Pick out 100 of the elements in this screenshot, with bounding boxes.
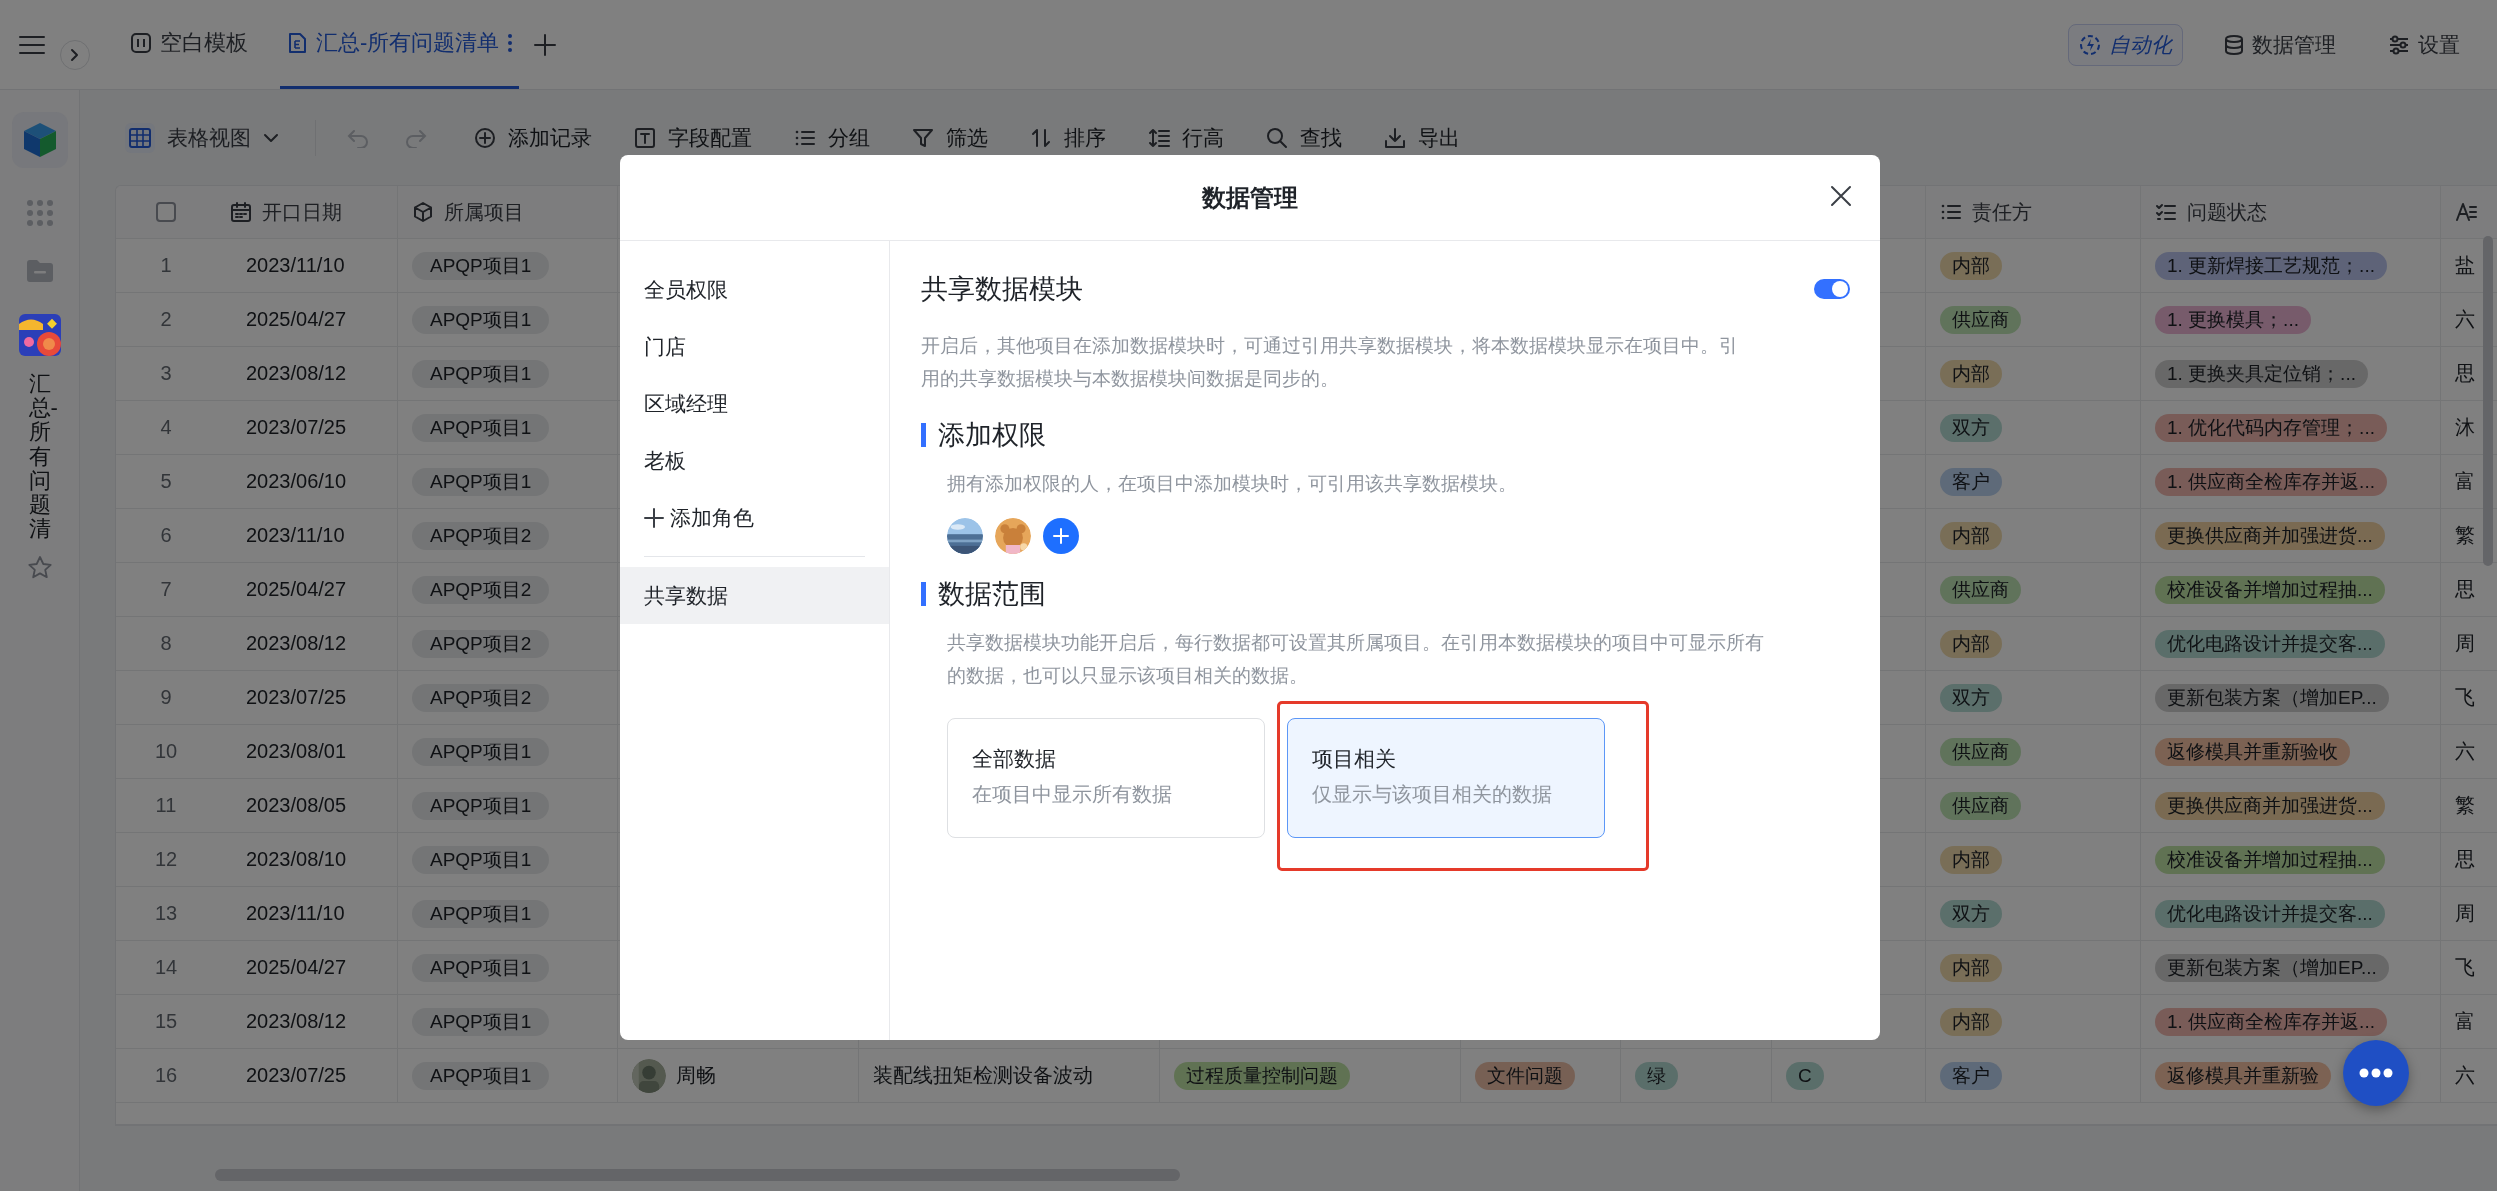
status-tag: 校准设备并增加过程抽... bbox=[2155, 575, 2385, 604]
status-tag: 1. 更新焊接工艺规范；... bbox=[2155, 251, 2387, 280]
status-tag: 更换供应商并加强进货... bbox=[2155, 521, 2385, 550]
sort-icon bbox=[1030, 126, 1052, 149]
status-tag: 1. 优化代码内存管理；... bbox=[2155, 413, 2387, 442]
status-tag: 优化电路设计并提交客... bbox=[2155, 899, 2385, 928]
table-cell-text: 富 bbox=[2455, 1009, 2475, 1034]
toolbar-button[interactable]: 排序 bbox=[1020, 117, 1116, 158]
document-icon bbox=[286, 32, 308, 54]
row-number: 4 bbox=[160, 416, 172, 439]
section-marker bbox=[921, 582, 926, 606]
toolbar-button[interactable]: 行高 bbox=[1138, 117, 1234, 158]
table-cell: 2025/04/27 bbox=[246, 578, 347, 601]
status-tag: 更换供应商并加强进货... bbox=[2155, 791, 2385, 820]
description: 拥有添加权限的人，在项目中添加模块时，可引用该共享数据模块。 bbox=[947, 472, 1518, 496]
table-cell: 2023/11/10 bbox=[246, 524, 345, 547]
table-cell: 2023/06/10 bbox=[246, 470, 347, 493]
option-card[interactable]: 全部数据 在项目中显示所有数据 bbox=[947, 718, 1265, 838]
tab[interactable]: 空白模板 bbox=[124, 0, 254, 89]
project-tag: APQP项目1 bbox=[412, 845, 550, 874]
toolbar-button[interactable]: 添加记录 bbox=[464, 117, 602, 158]
row-number: 7 bbox=[160, 578, 172, 601]
menu-item[interactable]: 老板 bbox=[620, 432, 889, 489]
status-tag: 更新包装方案（增加EP... bbox=[2155, 953, 2389, 982]
menu-item[interactable]: 共享数据 bbox=[620, 567, 889, 624]
table-cell-text: 思 bbox=[2455, 361, 2475, 386]
table-cell-text: 飞 bbox=[2455, 685, 2475, 710]
table-cell-text: 思 bbox=[2455, 577, 2475, 602]
view-switcher[interactable]: 表格视图 bbox=[115, 116, 289, 159]
column-header[interactable]: 责任方 bbox=[1972, 198, 2032, 226]
module-icon[interactable] bbox=[18, 314, 61, 356]
column-header[interactable]: 开口日期 bbox=[262, 198, 342, 226]
menu-item[interactable]: 全员权限 bbox=[620, 261, 889, 318]
project-tag: APQP项目1 bbox=[412, 791, 550, 820]
plus-icon[interactable] bbox=[533, 32, 558, 57]
toolbar-button[interactable]: 字段配置 bbox=[624, 117, 762, 158]
plus-icon bbox=[1052, 527, 1070, 545]
tag-label: 供应商 bbox=[1940, 737, 2021, 766]
row-number: 14 bbox=[154, 956, 178, 979]
more-icon[interactable] bbox=[507, 33, 514, 53]
row-number: 10 bbox=[154, 740, 178, 763]
select-all-checkbox[interactable] bbox=[156, 202, 176, 222]
scrollbar-thumb[interactable] bbox=[2483, 236, 2493, 566]
tag-label: 供应商 bbox=[1940, 575, 2021, 604]
menu-item[interactable]: 门店 bbox=[620, 318, 889, 375]
table-cell: 2023/08/12 bbox=[246, 1010, 347, 1033]
header-button[interactable]: 设置 bbox=[2377, 23, 2471, 66]
add-member-button[interactable] bbox=[1043, 518, 1079, 554]
tag-label: 客户 bbox=[1940, 1061, 2002, 1090]
option-card[interactable]: 项目相关 仅显示与该项目相关的数据 bbox=[1287, 718, 1605, 838]
menu-icon[interactable] bbox=[18, 33, 46, 56]
toolbar-button[interactable]: 导出 bbox=[1374, 117, 1470, 158]
header-button[interactable]: 数据管理 bbox=[2213, 23, 2347, 66]
table-cell-text: 周 bbox=[2455, 901, 2475, 926]
project-tag: APQP项目1 bbox=[412, 359, 550, 388]
table-cell-text: 六 bbox=[2455, 739, 2475, 764]
toggle-switch[interactable] bbox=[1814, 279, 1850, 299]
table-cell: 2025/04/27 bbox=[246, 308, 347, 331]
calendar-icon bbox=[230, 201, 252, 223]
table-cell-text: 富 bbox=[2455, 469, 2475, 494]
toolbar-button[interactable]: 分组 bbox=[784, 117, 880, 158]
project-tag: APQP项目2 bbox=[412, 521, 550, 550]
project-tag: APQP项目1 bbox=[412, 413, 550, 442]
tag-label: 内部 bbox=[1940, 845, 2002, 874]
status-tag: 返修模具并重新验收 bbox=[2155, 737, 2350, 766]
row-number: 13 bbox=[154, 902, 178, 925]
row-number: 6 bbox=[160, 524, 172, 547]
menu-item[interactable]: 区域经理 bbox=[620, 375, 889, 432]
row-number: 3 bbox=[160, 362, 172, 385]
search-icon bbox=[1266, 126, 1288, 149]
table-cell: 2023/08/10 bbox=[246, 848, 347, 871]
add-role-button[interactable]: 添加角色 bbox=[620, 489, 889, 546]
expand-button[interactable] bbox=[60, 40, 90, 70]
toolbar-button[interactable]: 查找 bbox=[1256, 117, 1352, 158]
plus-icon bbox=[644, 507, 664, 528]
row-number: 8 bbox=[160, 632, 172, 655]
tag-label: 供应商 bbox=[1940, 791, 2021, 820]
tab[interactable]: 汇总-所有问题清单 bbox=[280, 0, 520, 89]
column-header[interactable]: 所属项目 bbox=[444, 198, 524, 226]
project-tag: APQP项目1 bbox=[412, 899, 550, 928]
table-cell-text: 装配线扭矩检测设备波动 bbox=[873, 1063, 1093, 1088]
table-cell: 2023/08/12 bbox=[246, 362, 347, 385]
project-tag: APQP项目1 bbox=[412, 1061, 550, 1090]
project-tag: APQP项目1 bbox=[412, 737, 550, 766]
tag-label: 绿 bbox=[1635, 1061, 1678, 1090]
toolbar-button[interactable]: 筛选 bbox=[902, 117, 998, 158]
column-header[interactable]: 问题状态 bbox=[2187, 198, 2267, 226]
table-cell-text: 周 bbox=[2455, 631, 2475, 656]
status-tag: 更新包装方案（增加EP... bbox=[2155, 683, 2389, 712]
row-number: 5 bbox=[160, 470, 172, 493]
settings-icon bbox=[2388, 34, 2410, 55]
close-button[interactable] bbox=[1830, 185, 1852, 207]
person-name: 周畅 bbox=[676, 1063, 716, 1088]
cube-icon bbox=[21, 121, 58, 159]
header-button[interactable]: 自动化 bbox=[2068, 23, 2183, 66]
row-number: 12 bbox=[154, 848, 178, 871]
tag-label: 内部 bbox=[1940, 629, 2002, 658]
home-button[interactable] bbox=[11, 112, 68, 168]
database-icon bbox=[2224, 33, 2244, 56]
close-icon bbox=[1830, 185, 1852, 207]
